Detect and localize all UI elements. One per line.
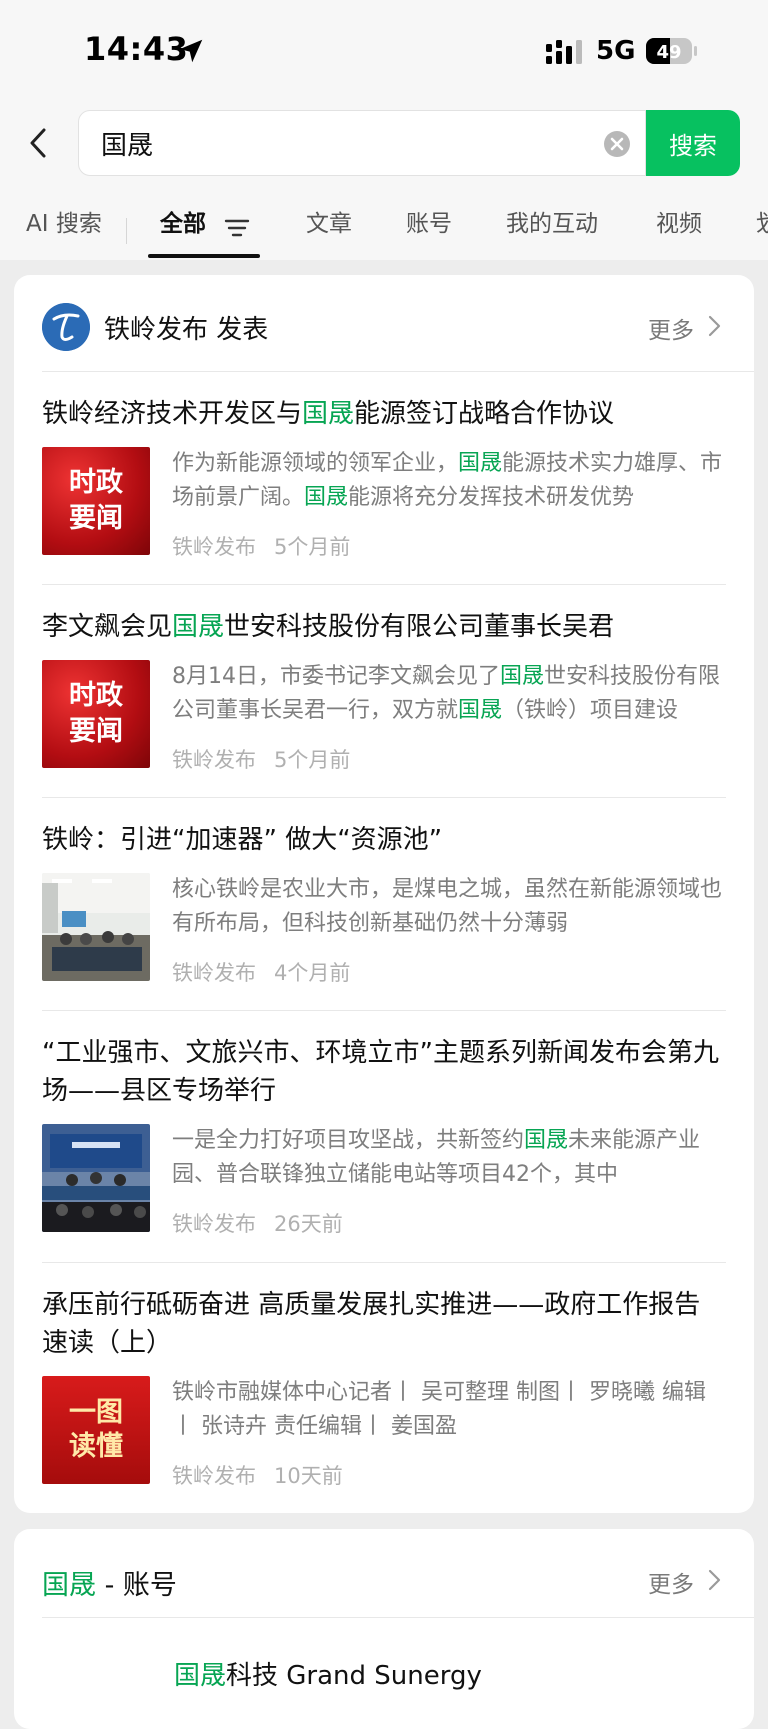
divider	[42, 1010, 726, 1011]
article-title: 李文飙会见国晟世安科技股份有限公司董事长吴君	[42, 612, 615, 642]
source-avatar[interactable]	[42, 303, 90, 351]
divider	[42, 371, 754, 372]
search-tabs: AI 搜索 全部 文章 账号 我的互动 视频 划	[0, 192, 768, 260]
search-box[interactable]	[78, 110, 646, 176]
account-card: 国晟 - 账号 更多 国晟科技 Grand Sunergy	[14, 1529, 754, 1729]
active-tab-indicator	[148, 254, 260, 258]
more-link[interactable]: 更多	[648, 1565, 694, 1599]
article-item[interactable]: “工业强市、文旅兴市、环境立市”主题系列新闻发布会第九场——县区专场举行 一是全…	[42, 1034, 726, 1244]
source-articles-card: 铁岭发布 发表 更多 铁岭经济技术开发区与国晟能源签订战略合作协议 时政 要闻 作…	[14, 275, 754, 1513]
article-snippet: 铁岭市融媒体中心记者丨 吴可整理 制图丨 罗晓曦 编辑丨 张诗卉 责任编辑丨 姜…	[172, 1380, 706, 1439]
clear-icon[interactable]	[603, 130, 631, 158]
tab-my-interactions[interactable]: 我的互动	[506, 204, 598, 238]
tab-more-cut[interactable]: 划	[756, 204, 768, 238]
account-section-title: 国晟 - 账号	[42, 1570, 177, 1601]
back-icon[interactable]	[24, 122, 54, 164]
article-snippet: 核心铁岭是农业大市，是煤电之城，虽然在新能源领域也有所布局，但科技创新基础仍然十…	[172, 877, 723, 936]
article-snippet: 8月14日，市委书记李文飙会见了国晟世安科技股份有限公司董事长吴君一行，双方就国…	[172, 664, 721, 723]
status-time: 14:43	[84, 30, 189, 68]
divider	[42, 1262, 726, 1263]
article-thumbnail: 一图 读懂	[42, 1376, 150, 1484]
article-snippet: 作为新能源领域的领军企业，国晟能源技术实力雄厚、市场前景广阔。国晟能源将充分发挥…	[172, 451, 723, 510]
chevron-right-icon[interactable]	[706, 1565, 724, 1595]
tab-ai-search[interactable]: AI 搜索	[26, 204, 102, 238]
article-item[interactable]: 承压前行砥砺奋进 高质量发展扎实推进——政府工作报告速读（上） 一图 读懂 铁岭市…	[42, 1286, 726, 1496]
article-title: 铁岭经济技术开发区与国晟能源签订战略合作协议	[42, 399, 615, 429]
article-meta: 铁岭发布 5个月前	[172, 535, 351, 559]
location-arrow-icon	[179, 39, 203, 63]
article-meta: 铁岭发布 5个月前	[172, 748, 351, 772]
article-meta: 铁岭发布 26天前	[172, 1212, 343, 1236]
article-thumbnail: 时政 要闻	[42, 447, 150, 555]
article-meta: 铁岭发布 4个月前	[172, 961, 351, 985]
battery-level: 49	[656, 42, 681, 63]
article-thumbnail	[42, 1124, 150, 1232]
article-thumbnail: 时政 要闻	[42, 660, 150, 768]
battery-icon: 49	[646, 38, 697, 64]
search-input[interactable]	[101, 124, 561, 162]
more-link[interactable]: 更多	[648, 311, 694, 345]
article-title: 铁岭：引进“加速器” 做大“资源池”	[42, 825, 443, 855]
article-snippet: 一是全力打好项目攻坚战，共新签约国晟未来能源产业园、普合联锋独立储能电站等项目4…	[172, 1128, 701, 1187]
signal-icon	[546, 40, 582, 64]
filter-icon[interactable]	[224, 216, 250, 240]
network-type: 5G	[596, 36, 636, 66]
divider	[42, 1617, 754, 1618]
article-title: 承压前行砥砺奋进 高质量发展扎实推进——政府工作报告速读（上）	[42, 1290, 701, 1358]
article-item[interactable]: 铁岭：引进“加速器” 做大“资源池” 核心铁岭是农业大市，是煤电之城，虽然在新能…	[42, 821, 726, 991]
search-button[interactable]: 搜索	[646, 110, 740, 176]
article-item[interactable]: 李文飙会见国晟世安科技股份有限公司董事长吴君 时政 要闻 8月14日，市委书记李文…	[42, 608, 726, 778]
article-thumbnail	[42, 873, 150, 981]
divider	[42, 584, 726, 585]
article-title: “工业强市、文旅兴市、环境立市”主题系列新闻发布会第九场——县区专场举行	[42, 1038, 719, 1106]
account-name[interactable]: 国晟科技 Grand Sunergy	[174, 1655, 482, 1692]
status-bar: 14:43 5G 49	[0, 0, 768, 100]
article-meta: 铁岭发布 10天前	[172, 1464, 343, 1488]
chevron-right-icon[interactable]	[706, 311, 724, 341]
tab-videos[interactable]: 视频	[656, 204, 702, 238]
search-header: 搜索 AI 搜索 全部 文章 账号 我的互动 视频 划	[0, 100, 768, 260]
tab-all[interactable]: 全部	[160, 204, 206, 238]
tab-divider	[126, 218, 127, 244]
tab-articles[interactable]: 文章	[306, 204, 352, 238]
divider	[42, 797, 726, 798]
tab-accounts[interactable]: 账号	[406, 204, 452, 238]
article-item[interactable]: 铁岭经济技术开发区与国晟能源签订战略合作协议 时政 要闻 作为新能源领域的领军企业…	[42, 395, 726, 565]
source-name[interactable]: 铁岭发布 发表	[104, 309, 268, 346]
